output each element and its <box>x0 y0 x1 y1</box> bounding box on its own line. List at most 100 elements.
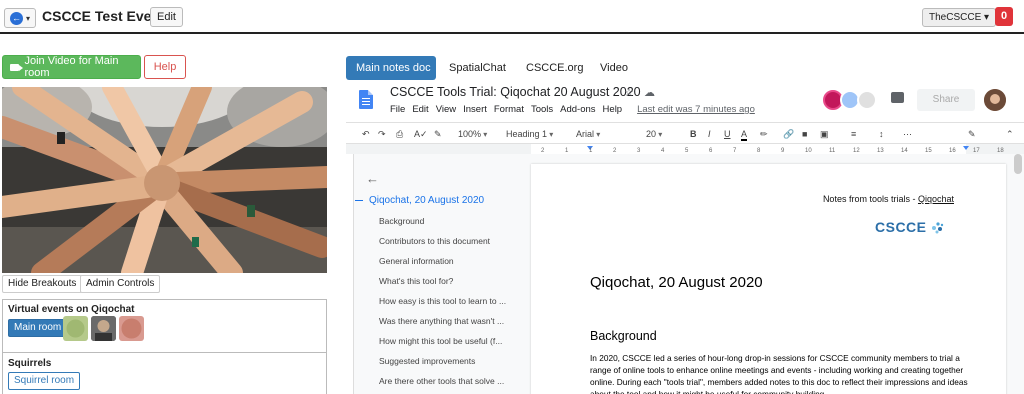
doc-title[interactable]: CSCCE Tools Trial: Qiqochat 20 August 20… <box>390 85 641 99</box>
menu-view[interactable]: View <box>436 104 456 115</box>
participant-avatar[interactable] <box>91 316 116 341</box>
close-outline-icon[interactable]: ← <box>366 171 379 186</box>
edit-event-button[interactable]: Edit <box>150 7 183 27</box>
main-room-button[interactable]: Main room <box>8 319 68 337</box>
share-button[interactable]: Share <box>917 89 975 111</box>
menu-format[interactable]: Format <box>494 104 524 115</box>
ruler-mark: 18 <box>997 148 1004 154</box>
outline-active-marker <box>355 200 363 201</box>
menu-insert[interactable]: Insert <box>463 104 487 115</box>
doc-scrollbar[interactable] <box>1014 154 1022 174</box>
editing-mode-icon[interactable]: ✎ <box>968 127 976 141</box>
outline-item[interactable]: Was there anything that wasn't ... <box>379 316 514 326</box>
user-menu-button[interactable]: TheCSCCE ▾ <box>922 8 997 27</box>
outline-heading[interactable]: Qiqochat, 20 August 2020 <box>369 195 484 206</box>
account-avatar-image <box>984 89 1006 111</box>
avatar-image <box>91 316 116 341</box>
insert-image-icon[interactable]: ▣ <box>820 127 829 141</box>
cloud-icon[interactable]: ☁ <box>644 86 655 99</box>
menu-tools[interactable]: Tools <box>531 104 553 115</box>
document-outline: ← Qiqochat, 20 August 2020 Background Co… <box>346 154 526 394</box>
menu-file[interactable]: File <box>390 104 405 115</box>
join-video-label: Join Video for Main room <box>24 55 119 79</box>
tab-video[interactable]: Video <box>590 56 638 80</box>
breakout-panel: Virtual events on Qiqochat Main room Squ… <box>2 299 327 394</box>
notification-badge[interactable]: 0 <box>995 7 1013 26</box>
text-color-icon[interactable]: A <box>741 127 748 141</box>
more-collaborators-icon[interactable] <box>857 90 877 110</box>
hide-breakouts-button[interactable]: Hide Breakouts <box>2 275 83 293</box>
join-video-button[interactable]: Join Video for Main room <box>2 55 141 79</box>
menu-help[interactable]: Help <box>603 104 623 115</box>
redo-icon[interactable]: ↷ <box>378 127 386 141</box>
page-header-link[interactable]: Qiqochat <box>918 194 954 204</box>
page-header-prefix: Notes from tools trials - <box>822 194 918 204</box>
ruler-mark: 11 <box>829 148 836 154</box>
more-options-icon[interactable]: ⋯ <box>903 127 912 141</box>
ruler-mark: 15 <box>925 148 932 154</box>
highlight-icon[interactable]: ✏ <box>760 127 768 141</box>
account-avatar[interactable] <box>984 89 1006 111</box>
participant-avatar[interactable] <box>119 316 144 341</box>
ruler-mark: 14 <box>901 148 908 154</box>
doc-body-paragraph: In 2020, CSCCE led a series of hour-long… <box>590 353 968 394</box>
undo-icon[interactable]: ↶ <box>362 127 370 141</box>
admin-controls-button[interactable]: Admin Controls <box>80 275 161 293</box>
underline-icon[interactable]: U <box>724 127 731 141</box>
outline-item[interactable]: Contributors to this document <box>379 236 514 246</box>
last-edit-link[interactable]: Last edit was 7 minutes ago <box>637 104 755 115</box>
avatar-image <box>121 318 142 339</box>
outline-item[interactable]: How easy is this tool to learn to ... <box>379 296 514 306</box>
add-comment-icon[interactable]: ■ <box>802 127 807 141</box>
event-title: CSCCE Test Event <box>42 8 165 24</box>
style-select[interactable]: Heading 1 <box>506 127 571 141</box>
back-menu-button[interactable]: ← ▾ <box>4 8 36 28</box>
italic-icon[interactable]: I <box>708 127 711 141</box>
hands-circle-image <box>2 87 327 273</box>
help-button[interactable]: Help <box>144 55 186 79</box>
star-icon[interactable]: ☆ <box>624 86 634 99</box>
participant-avatar[interactable] <box>63 316 88 341</box>
virtual-events-title: Virtual events on Qiqochat <box>8 304 135 315</box>
doc-menu-bar: File Edit View Insert Format Tools Add-o… <box>390 104 755 115</box>
cscce-logo: CSCCE <box>875 219 927 235</box>
docs-logo-icon[interactable] <box>359 90 373 109</box>
outline-item[interactable]: Background <box>379 216 514 226</box>
chevron-down-icon: ▾ <box>984 12 990 23</box>
font-select[interactable]: Arial <box>576 127 631 141</box>
outline-item[interactable]: Suggested improvements <box>379 356 514 366</box>
doc-header: CSCCE Tools Trial: Qiqochat 20 August 20… <box>346 82 1024 122</box>
print-icon[interactable]: ⎙ <box>396 127 403 141</box>
horizontal-ruler: 2 1 1 2 3 4 5 6 7 8 9 10 11 12 13 14 15 16 17 18 <box>346 144 1024 154</box>
user-menu-label: TheCSCCE <box>929 12 982 23</box>
outline-item[interactable]: How might this tool be useful (f... <box>379 336 514 346</box>
zoom-select[interactable]: 100% <box>458 127 487 141</box>
font-size-select[interactable]: 20 <box>646 127 679 141</box>
vertical-ruler <box>346 154 354 394</box>
cscce-logo-mark-icon <box>932 222 944 234</box>
bold-icon[interactable]: B <box>690 127 697 141</box>
link-icon[interactable]: 🔗 <box>783 127 794 141</box>
outline-item[interactable]: General information <box>379 256 514 266</box>
spellcheck-icon[interactable]: A✓ <box>414 127 428 141</box>
top-bar: ← ▾ CSCCE Test Event Edit TheCSCCE ▾ 0 <box>0 0 1024 34</box>
tab-main-notes-doc[interactable]: Main notes doc <box>346 56 436 80</box>
comment-icon[interactable] <box>891 92 904 103</box>
align-icon[interactable]: ≡ <box>851 127 856 141</box>
menu-edit[interactable]: Edit <box>412 104 428 115</box>
paint-format-icon[interactable]: ✎ <box>434 127 442 141</box>
page-header-note: Notes from tools trials - Qiqochat <box>823 194 954 204</box>
squirrel-room-button[interactable]: Squirrel room <box>8 372 81 390</box>
ruler-mark: 16 <box>949 148 956 154</box>
outline-item[interactable]: What's this tool for? <box>379 276 514 286</box>
tab-cscce-org[interactable]: CSCCE.org <box>516 56 593 80</box>
avatar-image <box>66 319 85 338</box>
tab-spatialchat[interactable]: SpatialChat <box>439 56 516 80</box>
collapse-toolbar-icon[interactable]: ⌃ <box>1006 127 1014 141</box>
document-page[interactable]: Notes from tools trials - Qiqochat CSCCE… <box>531 164 1006 394</box>
outline-item[interactable]: Are there other tools that solve ... <box>379 376 514 386</box>
left-panel: Join Video for Main room Help Hide Break… <box>0 36 335 394</box>
menu-addons[interactable]: Add-ons <box>560 104 595 115</box>
line-spacing-icon[interactable]: ↕ <box>879 127 884 141</box>
ruler-mark: 12 <box>853 148 860 154</box>
